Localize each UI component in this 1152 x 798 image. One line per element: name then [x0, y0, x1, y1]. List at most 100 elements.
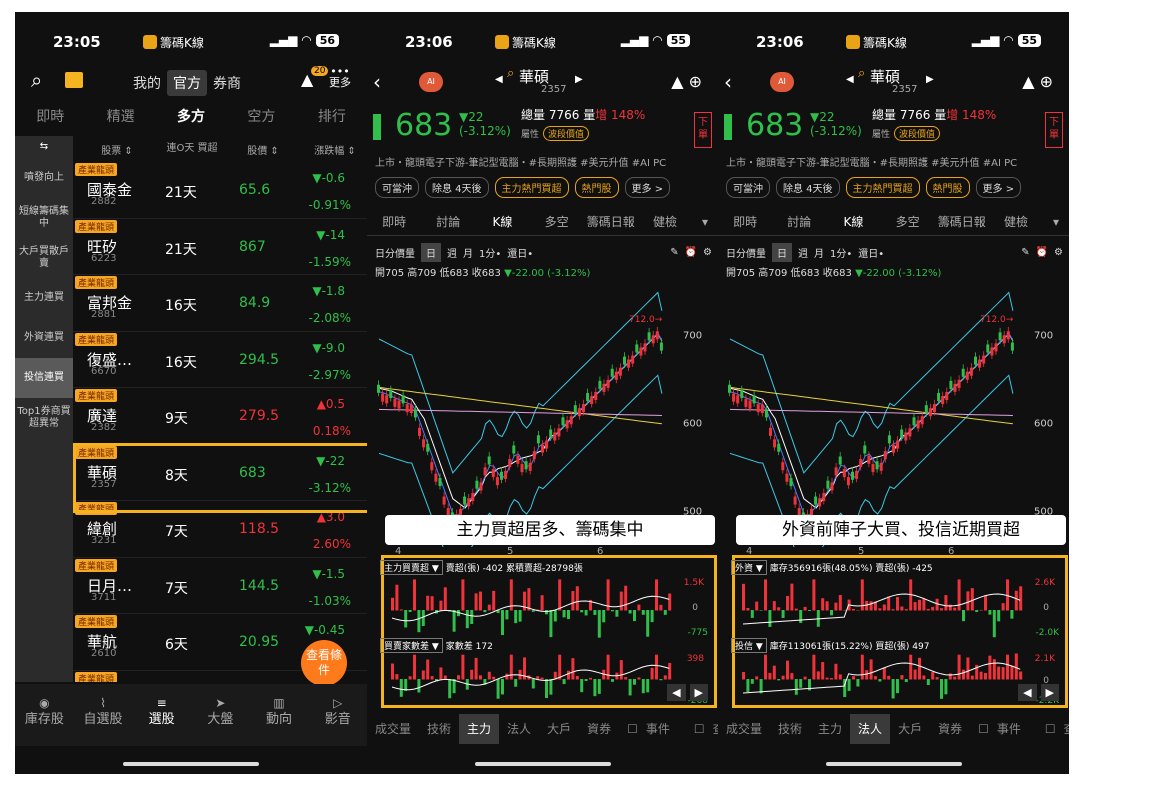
draw-icon[interactable]: ✎ [670, 247, 678, 258]
table-row[interactable]: 產業龍頭 富邦金 2881 16天 84.9 ▼-1.8 -2.08% [73, 275, 367, 332]
kline-chart[interactable]: 700600500712.0→ [371, 277, 711, 547]
indicator2-select[interactable]: 投信 ▼ [731, 638, 767, 653]
itab-big[interactable]: 大戶 [890, 714, 930, 744]
ctl-restore[interactable]: 還日• [507, 245, 533, 260]
itab-main[interactable]: 主力 [810, 714, 850, 744]
nav-video[interactable]: ▷ 影音 [308, 684, 367, 746]
itab-event[interactable]: ☐ 事件 [970, 714, 1037, 744]
itab-inst[interactable]: 法人 [499, 714, 539, 744]
gift-icon[interactable] [65, 72, 83, 88]
indicator1-select[interactable]: 外資 ▼ [731, 560, 767, 575]
table-row[interactable]: 產業龍頭 旺矽 6223 21天 867 ▼-14 -1.59% [73, 219, 367, 275]
search-icon[interactable]: ⌕ [507, 66, 514, 81]
table-row[interactable]: 產業龍頭 廣達 2382 9天 279.5 ▲0.5 0.18% [73, 388, 367, 445]
alarm-icon[interactable]: ⏰ [685, 247, 697, 258]
chip[interactable]: 熱門股 [574, 177, 619, 198]
itab-tech[interactable]: 技術 [419, 714, 459, 744]
tab-longshort[interactable]: 多空 [530, 208, 584, 235]
chip[interactable]: 主力熱門買超 [494, 177, 569, 198]
gear-icon[interactable]: ⚙ [1054, 247, 1063, 258]
seg-broker[interactable]: 券商 [207, 70, 247, 96]
ctl-week[interactable]: 週 [447, 245, 457, 260]
tab-ranking[interactable]: 排行 [297, 100, 367, 134]
seg-mine[interactable]: 我的 [127, 70, 167, 96]
alert-add-icons[interactable]: ▲ ⊕ [1022, 72, 1053, 91]
tab-realtime[interactable]: 即時 [15, 100, 85, 134]
itab-big[interactable]: 大戶 [539, 714, 579, 744]
ctl-minute[interactable]: 1分• [830, 245, 852, 260]
itab-main[interactable]: 主力 [459, 714, 500, 744]
itab-volume[interactable]: 成交量 [367, 714, 419, 744]
itab-priceline[interactable]: ☐查價線 [686, 714, 718, 744]
table-row[interactable]: 產業龍頭 復盛… 6670 16天 294.5 ▼-9.0 -2.97% [73, 332, 367, 388]
col-price[interactable]: 股價 ⇕ [223, 142, 303, 157]
draw-icon[interactable]: ✎ [1021, 247, 1029, 258]
itab-volume[interactable]: 成交量 [718, 714, 770, 744]
itab-priceline[interactable]: ☐查價線 [1037, 714, 1069, 744]
next-stock-icon[interactable]: ▶ [926, 74, 934, 85]
search-icon[interactable]: ⌕ [31, 68, 42, 92]
tab-health[interactable]: 健檢 [989, 208, 1043, 235]
nav-trends[interactable]: ▥ 動向 [250, 684, 309, 746]
tab-discuss[interactable]: 討論 [772, 208, 826, 235]
sidebar-item[interactable]: 短線籌碼集中 [15, 198, 73, 238]
ctl-month[interactable]: 月 [463, 245, 473, 260]
chip[interactable]: 主力熱門買超 [845, 177, 920, 198]
table-row[interactable]: 產業龍頭 日月… 3711 7天 144.5 ▼-1.5 -1.03% [73, 558, 367, 614]
tab-health[interactable]: 健檢 [638, 208, 692, 235]
itab-margin[interactable]: 資券 [930, 714, 970, 744]
more-button[interactable]: ••• 更多 [329, 66, 351, 88]
sidebar-item-active[interactable]: 投信連買 [15, 358, 73, 398]
view-conditions-button[interactable]: 查看條件 [301, 640, 347, 686]
back-icon[interactable]: ‹ [724, 70, 732, 94]
nav-market[interactable]: ➤ 大盤 [191, 684, 250, 746]
sidebar-item[interactable]: 主力連買 [15, 278, 73, 318]
itab-inst[interactable]: 法人 [850, 714, 891, 744]
chip[interactable]: 熱門股 [925, 177, 970, 198]
band-value-badge[interactable]: 波段價值 [894, 126, 941, 141]
chip[interactable]: 可當沖 [375, 177, 419, 198]
chip[interactable]: 除息 4天後 [425, 177, 489, 198]
col-stock[interactable]: 股票 ⇕ [73, 142, 161, 157]
scroll-left-icon[interactable]: ◀ [667, 684, 686, 701]
dropdown-icon[interactable]: ▾ [692, 208, 718, 235]
chip[interactable]: 除息 4天後 [776, 177, 840, 198]
ctl-month[interactable]: 月 [814, 245, 824, 260]
filter-icon[interactable]: ⇆ [15, 136, 73, 158]
alert-add-icons[interactable]: ▲ ⊕ [671, 72, 702, 91]
nav-watchlist[interactable]: ⌇ 自選股 [74, 684, 133, 746]
seg-official[interactable]: 官方 [167, 70, 207, 96]
nav-screener[interactable]: ≡ 選股 [132, 684, 191, 746]
chip[interactable]: 更多 > [624, 177, 671, 198]
gear-icon[interactable]: ⚙ [703, 247, 712, 258]
chip[interactable]: 可當沖 [726, 177, 770, 198]
ctl-restore[interactable]: 還日• [858, 245, 884, 260]
itab-tech[interactable]: 技術 [770, 714, 810, 744]
sidebar-item[interactable]: 大戶買散戶賣 [15, 238, 73, 278]
itab-event[interactable]: ☐ 事件 [619, 714, 686, 744]
table-row[interactable]: 產業龍頭 國泰金 2882 21天 65.6 ▼-0.6 -0.91% [73, 162, 367, 219]
scroll-left-icon[interactable]: ◀ [1018, 684, 1037, 701]
scroll-right-icon[interactable]: ▶ [689, 684, 708, 701]
tab-longshort[interactable]: 多空 [881, 208, 935, 235]
next-stock-icon[interactable]: ▶ [575, 74, 583, 85]
tab-kline[interactable]: K線 [475, 208, 529, 235]
sidebar-item[interactable]: 噴發向上 [15, 158, 73, 198]
col-days[interactable]: 連O天 買超 [161, 144, 223, 154]
nav-portfolio[interactable]: ◉ 庫存股 [15, 684, 74, 746]
sidebar-item[interactable]: Top1券商買超異常 [15, 398, 73, 438]
band-value-badge[interactable]: 波段價值 [543, 126, 590, 141]
alarm-icon[interactable]: ⏰ [1036, 247, 1048, 258]
ctl-minute[interactable]: 1分• [479, 245, 501, 260]
ctl-day[interactable]: 日 [772, 242, 792, 262]
prev-stock-icon[interactable]: ◀ [846, 74, 854, 85]
col-change[interactable]: 漲跌幅 ⇕ [303, 142, 367, 157]
ai-robot-icon[interactable]: AI [770, 72, 794, 92]
tab-kline[interactable]: K線 [826, 208, 880, 235]
ai-robot-icon[interactable]: AI [419, 72, 443, 92]
tab-realtime[interactable]: 即時 [367, 208, 421, 235]
back-icon[interactable]: ‹ [373, 70, 381, 94]
indicator2-select[interactable]: 買賣家數差 ▼ [380, 638, 443, 653]
chip[interactable]: 更多 > [975, 177, 1022, 198]
ctl-daily-pv[interactable]: 日分價量 [726, 245, 766, 260]
